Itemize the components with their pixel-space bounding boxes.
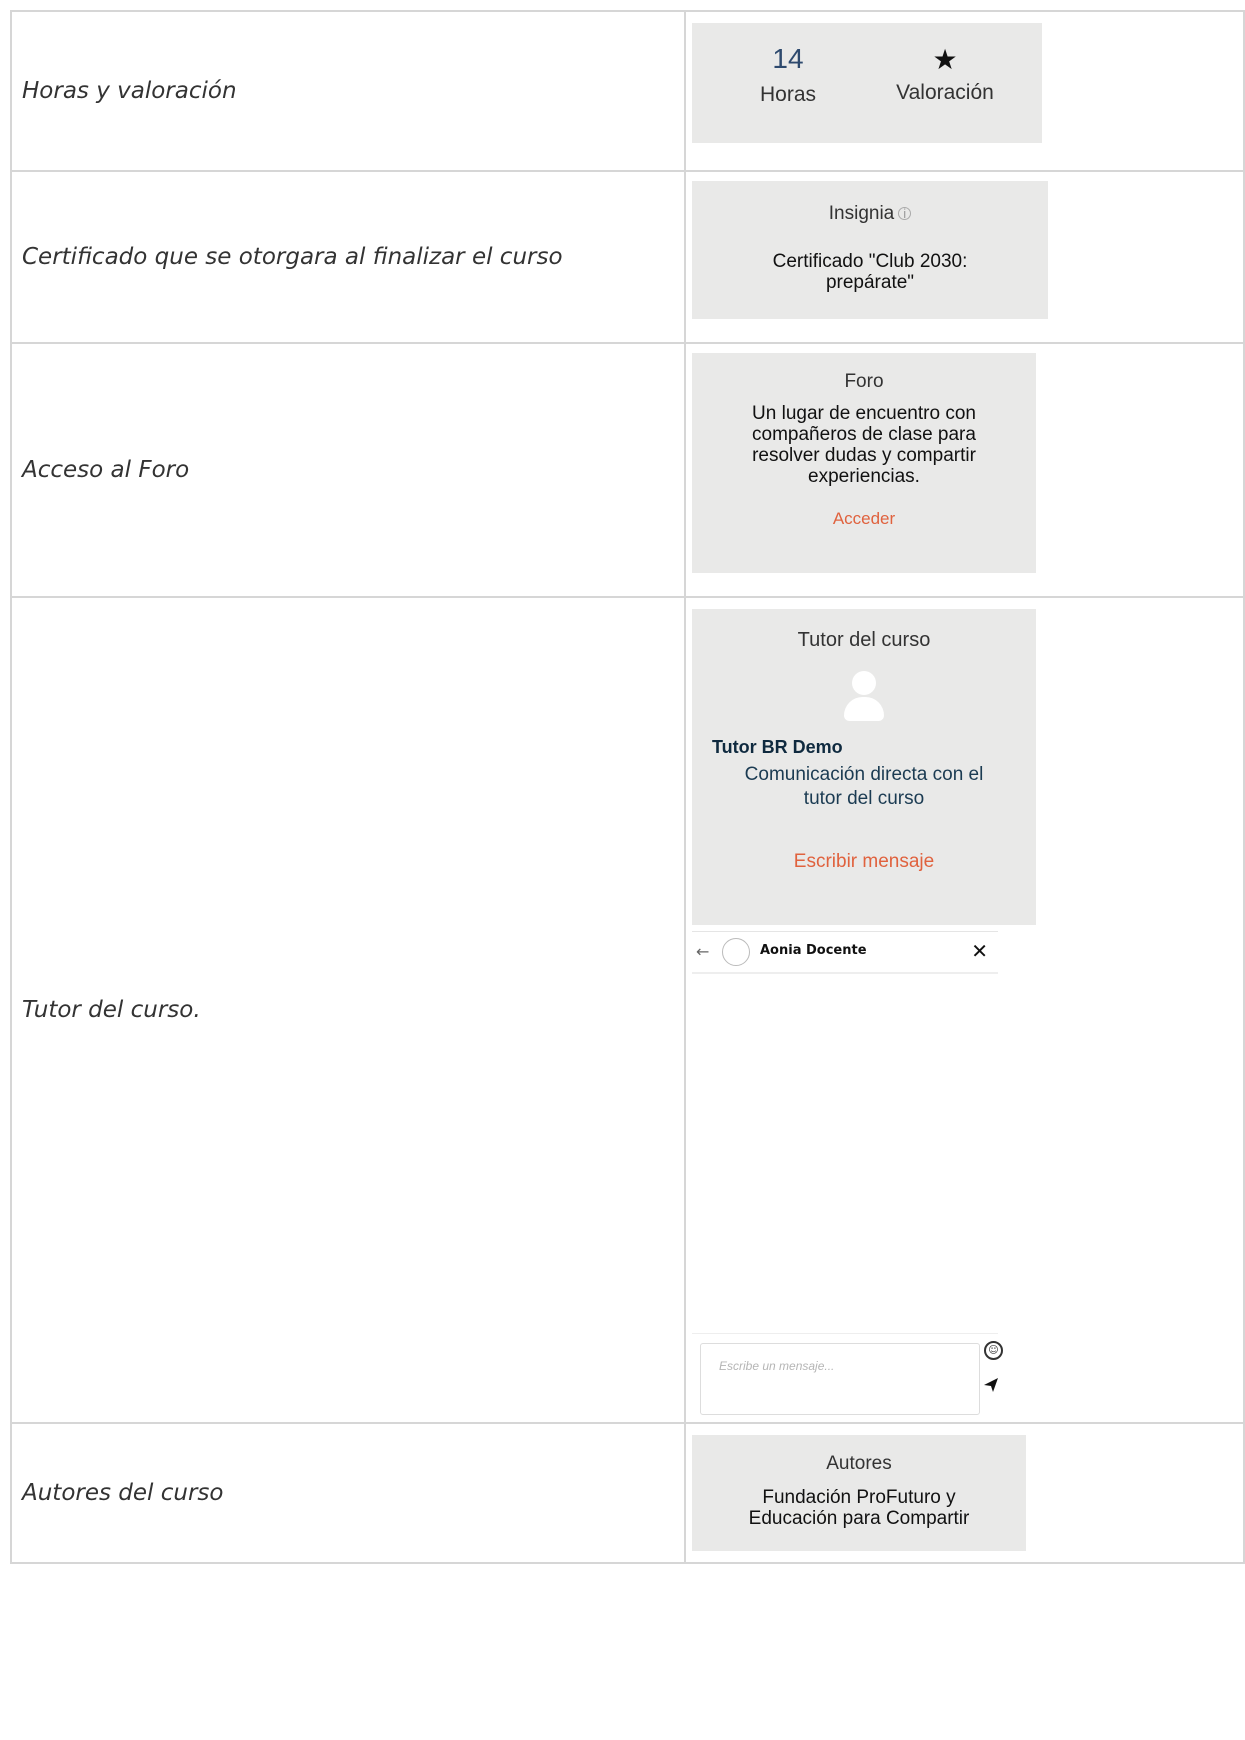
- row-label: Horas y valoración: [22, 78, 237, 104]
- rating-label: Valoración: [896, 81, 994, 104]
- authors-title: Autores: [826, 1453, 892, 1474]
- certificate-line: Certificado "Club 2030:: [772, 251, 968, 272]
- avatar-icon: [842, 671, 886, 721]
- forum-panel: Foro Un lugar de encuentro con compañero…: [692, 353, 1036, 573]
- chat-header: ← Aonia Docente ✕: [692, 931, 998, 974]
- message-input-box[interactable]: [700, 1343, 980, 1415]
- chat-contact-name: Aonia Docente: [760, 943, 867, 958]
- hours-label: Horas: [759, 83, 817, 106]
- star-icon[interactable]: ★: [888, 43, 1002, 77]
- emoji-icon[interactable]: ☺: [984, 1341, 1003, 1360]
- certificate-title: Insignia i: [692, 203, 1048, 225]
- certificate-title-text: Insignia: [828, 203, 895, 224]
- tutor-title: Tutor del curso: [797, 629, 931, 651]
- screenshot-cell: Autores Fundación ProFuturo y Educación …: [684, 1422, 1245, 1564]
- hours-stat: 14 Horas: [748, 43, 828, 107]
- forum-line: experiencias.: [808, 466, 920, 487]
- close-icon[interactable]: ✕: [971, 939, 988, 963]
- forum-line: compañeros de clase para: [752, 424, 976, 445]
- authors-panel: Autores Fundación ProFuturo y Educación …: [692, 1435, 1026, 1551]
- tutor-panel: Tutor del curso Tutor BR Demo Comunicaci…: [692, 609, 1036, 925]
- avatar-icon: [722, 938, 750, 966]
- table-row: Autores del curso Autores Fundación ProF…: [10, 1422, 1245, 1564]
- info-icon[interactable]: i: [898, 207, 912, 221]
- screenshot-cell: Tutor del curso Tutor BR Demo Comunicaci…: [684, 596, 1245, 1424]
- table-row: Tutor del curso. Tutor del curso Tutor B…: [10, 596, 1245, 1424]
- certificate-line: prepárate": [825, 272, 915, 293]
- hours-rating-panel: 14 Horas ★ Valoración: [692, 23, 1042, 143]
- certificate-panel: Insignia i Certificado "Club 2030: prepár…: [692, 181, 1048, 319]
- write-message-link[interactable]: Escribir mensaje: [692, 851, 1036, 873]
- forum-access-link[interactable]: Acceder: [692, 509, 1036, 529]
- tutor-desc-line: Comunicación directa con el: [744, 764, 984, 785]
- divider: [692, 1333, 998, 1334]
- row-label: Certificado que se otorgara al finalizar…: [22, 244, 563, 270]
- tutor-description: Comunicación directa con el tutor del cu…: [692, 763, 1036, 811]
- forum-line: resolver dudas y compartir: [752, 445, 976, 466]
- rating-stat: ★ Valoración: [888, 43, 1002, 105]
- table-row: Certificado que se otorgara al finalizar…: [10, 170, 1245, 344]
- authors-body: Fundación ProFuturo y Educación para Com…: [692, 1487, 1026, 1529]
- screenshot-cell: Insignia i Certificado "Club 2030: prepár…: [684, 170, 1245, 344]
- row-label: Acceso al Foro: [22, 457, 190, 483]
- screenshot-cell: Foro Un lugar de encuentro con compañero…: [684, 342, 1245, 598]
- forum-line: Un lugar de encuentro con: [752, 403, 976, 424]
- row-label: Tutor del curso.: [22, 997, 201, 1023]
- row-label-cell: Horas y valoración: [10, 10, 686, 172]
- chat-window: ← Aonia Docente ✕ ☺: [692, 931, 1003, 1415]
- message-input[interactable]: [717, 1358, 961, 1374]
- feature-table: Horas y valoración 14 Horas ★ Valoración: [10, 10, 1245, 1564]
- row-label-cell: Autores del curso: [10, 1422, 686, 1564]
- authors-line: Educación para Compartir: [748, 1508, 970, 1529]
- tutor-desc-line: tutor del curso: [803, 788, 925, 809]
- tutor-name: Tutor BR Demo: [712, 737, 843, 757]
- certificate-body: Certificado "Club 2030: prepárate": [692, 251, 1048, 293]
- forum-body: Un lugar de encuentro con compañeros de …: [692, 403, 1036, 487]
- row-label: Autores del curso: [22, 1480, 224, 1506]
- screenshot-cell: 14 Horas ★ Valoración: [684, 10, 1245, 172]
- row-label-cell: Acceso al Foro: [10, 342, 686, 598]
- authors-line: Fundación ProFuturo y: [762, 1487, 956, 1508]
- table-row: Horas y valoración 14 Horas ★ Valoración: [10, 10, 1245, 172]
- hours-value: 14: [772, 43, 804, 74]
- send-icon[interactable]: [982, 1376, 1000, 1394]
- row-label-cell: Tutor del curso.: [10, 596, 686, 1424]
- table-row: Acceso al Foro Foro Un lugar de encuentr…: [10, 342, 1245, 598]
- back-arrow-icon[interactable]: ←: [696, 942, 709, 961]
- row-label-cell: Certificado que se otorgara al finalizar…: [10, 170, 686, 344]
- forum-title: Foro: [844, 371, 884, 392]
